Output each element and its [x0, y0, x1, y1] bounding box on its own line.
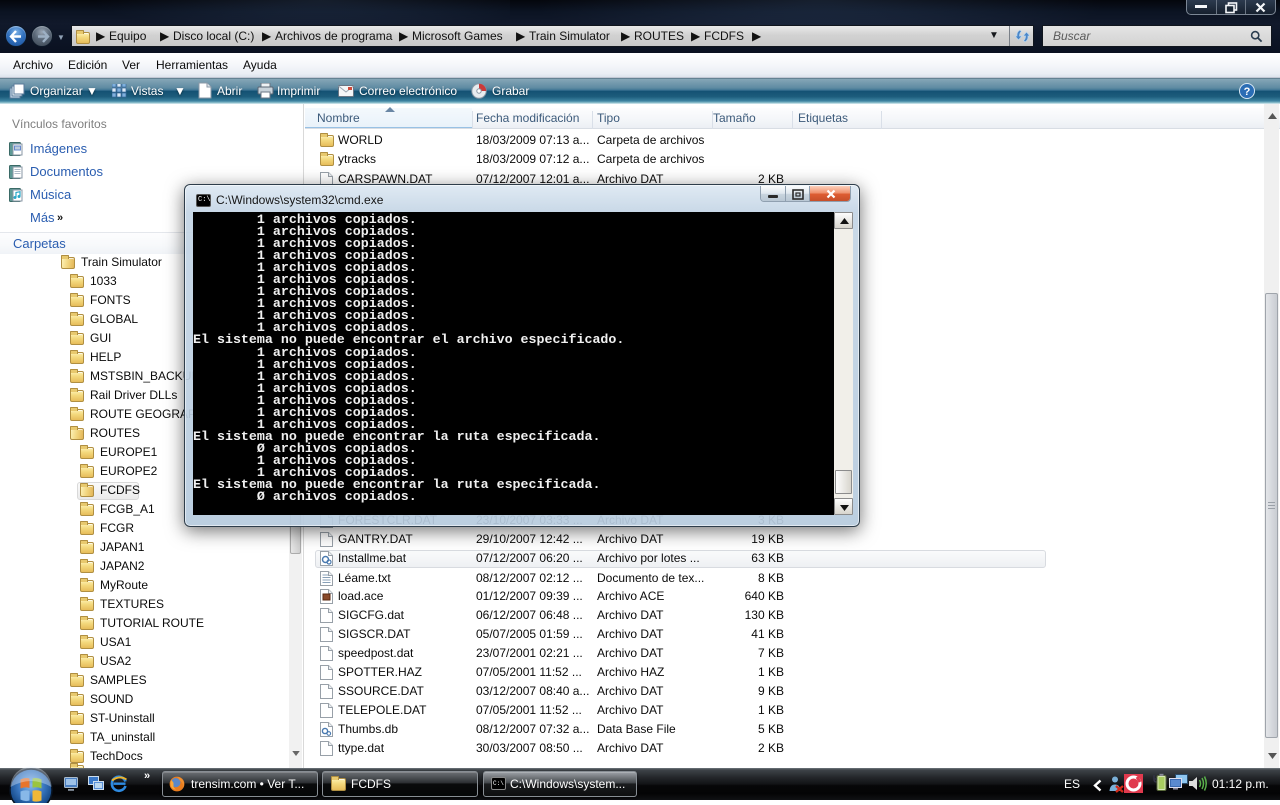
svg-text:?: ?	[1244, 86, 1251, 98]
